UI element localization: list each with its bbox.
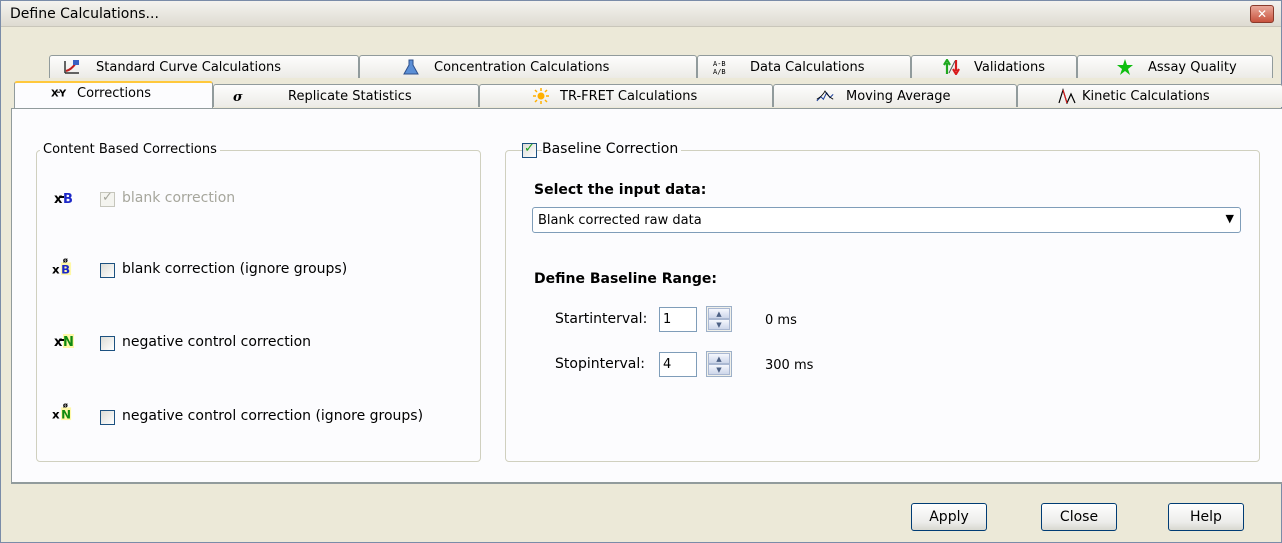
input-data-heading: Select the input data: [534, 182, 707, 198]
tab-label: Standard Curve Calculations [96, 60, 282, 75]
svg-text:x: x [54, 192, 63, 207]
stop-interval-input[interactable]: 4 [659, 352, 697, 377]
stop-interval-stepper[interactable]: ▲ ▼ [706, 351, 732, 377]
apply-button[interactable]: Apply [911, 503, 987, 531]
tab-corrections[interactable]: X Y Corrections [14, 81, 213, 108]
tab-label: Moving Average [846, 89, 951, 104]
title-bar: Define Calculations... ✕ [1, 1, 1281, 27]
svg-text:Y: Y [58, 88, 67, 99]
blank-correction-checkbox[interactable]: ✓ [100, 190, 115, 207]
input-data-select[interactable]: Blank corrected raw data ▼ [532, 207, 1241, 233]
tab-label: Concentration Calculations [434, 60, 610, 75]
negative-control-ignore-groups-icon: x N ø [52, 401, 72, 421]
input-data-value: Blank corrected raw data [538, 213, 702, 228]
svg-text:ø: ø [63, 401, 68, 409]
standard-curve-icon [64, 60, 79, 74]
baseline-correction-checkbox[interactable]: ✓ [522, 141, 537, 158]
tab-label: Validations [974, 60, 1045, 75]
tab-label: Kinetic Calculations [1082, 89, 1210, 104]
negative-control-ignore-groups-checkbox[interactable] [100, 410, 115, 425]
stepper-up-icon[interactable]: ▲ [708, 353, 730, 364]
tab-standard-curve-calculations[interactable]: Standard Curve Calculations [49, 55, 359, 78]
start-interval-stepper[interactable]: ▲ ▼ [706, 306, 732, 332]
kinetic-icon [1058, 88, 1076, 104]
tab-data-calculations[interactable]: A-B A/B Data Calculations [697, 55, 911, 78]
start-interval-label: Startinterval: [555, 311, 648, 327]
tab-label: Corrections [77, 86, 152, 101]
close-button[interactable]: Close [1041, 503, 1117, 531]
negative-control-ignore-groups-label: negative control correction (ignore grou… [122, 408, 424, 424]
corrections-icon: X Y [51, 88, 67, 99]
svg-text:σ: σ [233, 90, 243, 104]
stepper-down-icon[interactable]: ▼ [708, 364, 730, 375]
tab-concentration-calculations[interactable]: Concentration Calculations [359, 55, 697, 78]
tab-kinetic-calculations[interactable]: Kinetic Calculations [1017, 84, 1282, 107]
baseline-correction-title: Baseline Correction [542, 141, 682, 157]
start-interval-value: 1 [663, 312, 672, 327]
tab-label: Replicate Statistics [288, 89, 412, 104]
window-title: Define Calculations... [10, 6, 159, 22]
blank-correction-ignore-groups-label: blank correction (ignore groups) [122, 261, 348, 277]
start-interval-input[interactable]: 1 [659, 307, 697, 332]
blank-correction-icon: x B [54, 192, 73, 207]
stepper-up-icon[interactable]: ▲ [708, 308, 730, 319]
stop-interval-time: 300 ms [765, 358, 814, 373]
blank-correction-label: blank correction [122, 190, 236, 206]
tab-moving-average[interactable]: Moving Average [773, 84, 1017, 107]
stop-interval-label: Stopinterval: [555, 356, 645, 372]
moving-average-icon [816, 90, 834, 102]
tab-label: Assay Quality [1148, 60, 1237, 75]
data-calc-icon: A-B A/B [713, 60, 726, 75]
svg-text:N: N [63, 335, 74, 350]
baseline-range-heading: Define Baseline Range: [534, 271, 718, 287]
group-title: Content Based Corrections [40, 142, 220, 157]
negative-control-correction-checkbox[interactable] [100, 336, 115, 351]
start-interval-time: 0 ms [765, 313, 797, 328]
svg-text:B: B [63, 192, 73, 207]
chevron-down-icon: ▼ [1225, 212, 1234, 225]
validations-icon [943, 59, 960, 75]
blank-correction-ignore-groups-checkbox[interactable] [100, 263, 115, 278]
footer-divider [11, 483, 1282, 484]
blank-correction-ignore-groups-icon: x B ø [52, 256, 72, 276]
tab-label: TR-FRET Calculations [560, 89, 698, 104]
tab-validations[interactable]: Validations [911, 55, 1077, 78]
tab-assay-quality[interactable]: Assay Quality [1077, 55, 1273, 78]
svg-text:A/B: A/B [713, 68, 726, 75]
svg-text:ø: ø [63, 256, 68, 264]
help-button[interactable]: Help [1168, 503, 1244, 531]
sun-icon [533, 88, 549, 104]
tab-tr-fret-calculations[interactable]: TR-FRET Calculations [479, 84, 773, 107]
svg-text:x: x [54, 335, 63, 350]
tab-replicate-statistics[interactable]: σ Replicate Statistics [213, 84, 479, 107]
define-calculations-dialog: Define Calculations... ✕ Standard Curve … [0, 0, 1282, 543]
negative-control-correction-label: negative control correction [122, 334, 312, 350]
negative-control-correction-icon: x N [54, 334, 74, 350]
svg-text:x: x [52, 407, 60, 421]
flask-icon [403, 59, 419, 75]
stepper-down-icon[interactable]: ▼ [708, 319, 730, 330]
stop-interval-value: 4 [663, 357, 672, 372]
svg-text:A-B: A-B [713, 60, 726, 68]
tab-label: Data Calculations [750, 60, 865, 75]
svg-text:x: x [52, 262, 60, 276]
sigma-icon: σ [233, 90, 243, 104]
close-window-button[interactable]: ✕ [1250, 5, 1274, 23]
green-star-icon [1117, 59, 1133, 75]
svg-text:X: X [51, 88, 59, 99]
